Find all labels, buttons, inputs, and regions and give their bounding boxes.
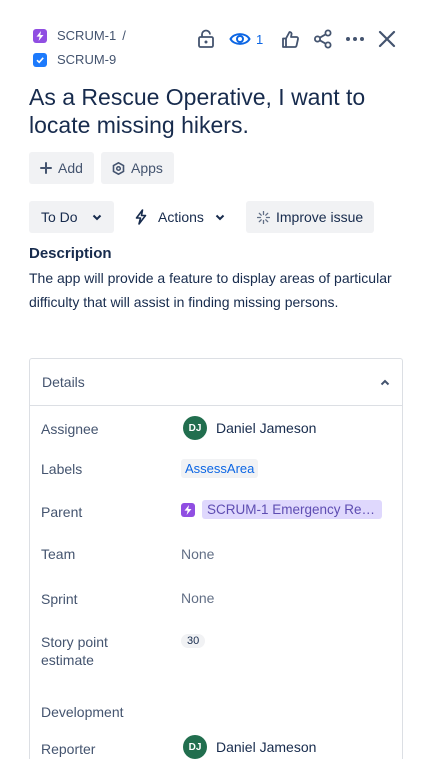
- lock-icon: [198, 29, 214, 48]
- like-button[interactable]: [280, 29, 300, 49]
- story-points-label-line2: estimate: [41, 652, 94, 668]
- reporter-label: Reporter: [41, 741, 96, 757]
- breadcrumb-issue-key[interactable]: SCRUM-9: [57, 52, 116, 67]
- actions-dropdown[interactable]: Actions: [124, 201, 236, 233]
- add-button[interactable]: Add: [29, 152, 94, 184]
- description-heading: Description: [29, 245, 112, 262]
- chevron-down-icon: [92, 214, 101, 220]
- checkbox-icon: [33, 52, 47, 67]
- apps-icon: [112, 161, 125, 175]
- improve-issue-button[interactable]: Improve issue: [246, 201, 375, 233]
- reporter-value[interactable]: DJ Daniel Jameson: [183, 735, 316, 759]
- avatar: DJ: [183, 735, 207, 759]
- breadcrumb-parent[interactable]: SCRUM-1 /: [33, 28, 126, 43]
- story-points-label: Story point estimate: [41, 633, 108, 669]
- watchers-count: 1: [256, 31, 264, 47]
- share-button[interactable]: [313, 29, 333, 49]
- status-dropdown[interactable]: To Do: [29, 201, 114, 233]
- sprint-value[interactable]: None: [181, 590, 214, 606]
- apps-button[interactable]: Apps: [101, 152, 174, 184]
- labels-value[interactable]: AssessArea: [181, 459, 259, 478]
- breadcrumb-parent-key[interactable]: SCRUM-1: [57, 28, 116, 43]
- sprint-label: Sprint: [41, 591, 78, 607]
- lightning-icon: [33, 28, 47, 43]
- assignee-value[interactable]: DJ Daniel Jameson: [183, 416, 316, 440]
- label-tag[interactable]: AssessArea: [181, 459, 259, 478]
- close-icon: [378, 30, 396, 48]
- avatar: DJ: [183, 416, 207, 440]
- parent-chip[interactable]: SCRUM-1 Emergency Response: [202, 500, 382, 519]
- sparkle-icon: [257, 210, 270, 224]
- story-points-label-line1: Story point: [41, 634, 108, 650]
- details-header[interactable]: Details: [30, 359, 402, 406]
- chevron-up-icon[interactable]: [380, 379, 390, 386]
- breadcrumb-issue[interactable]: SCRUM-9: [33, 52, 116, 67]
- chevron-down-icon: [215, 214, 225, 220]
- breadcrumb-separator: /: [122, 28, 126, 43]
- details-heading: Details: [42, 374, 85, 390]
- watch-button[interactable]: 1: [229, 29, 263, 49]
- description-text[interactable]: The app will provide a feature to displa…: [29, 266, 394, 314]
- improve-issue-label: Improve issue: [276, 209, 364, 225]
- more-icon: [346, 37, 364, 41]
- parent-label: Parent: [41, 504, 83, 520]
- issue-title[interactable]: As a Rescue Operative, I want to locate …: [29, 83, 389, 139]
- team-label: Team: [41, 546, 76, 562]
- plus-icon: [40, 162, 52, 174]
- assignee-label: Assignee: [41, 421, 99, 437]
- story-points-value[interactable]: 30: [181, 634, 206, 648]
- apps-button-label: Apps: [131, 160, 163, 176]
- development-label: Development: [41, 704, 124, 720]
- team-value[interactable]: None: [181, 546, 214, 562]
- add-button-label: Add: [58, 160, 83, 176]
- story-points-badge: 30: [181, 634, 206, 648]
- actions-label: Actions: [158, 209, 204, 225]
- status-label: To Do: [41, 209, 78, 225]
- share-icon: [314, 29, 332, 49]
- labels-label: Labels: [41, 461, 83, 477]
- lock-button[interactable]: [196, 29, 216, 49]
- lightning-icon: [181, 502, 195, 517]
- thumbs-up-icon: [281, 30, 299, 48]
- close-button[interactable]: [377, 29, 397, 49]
- parent-value[interactable]: SCRUM-1 Emergency Response: [181, 500, 382, 519]
- eye-icon: [229, 33, 251, 45]
- reporter-name: Daniel Jameson: [216, 739, 317, 755]
- lightning-icon: [135, 209, 147, 225]
- assignee-name: Daniel Jameson: [216, 420, 317, 436]
- more-button[interactable]: [344, 29, 366, 49]
